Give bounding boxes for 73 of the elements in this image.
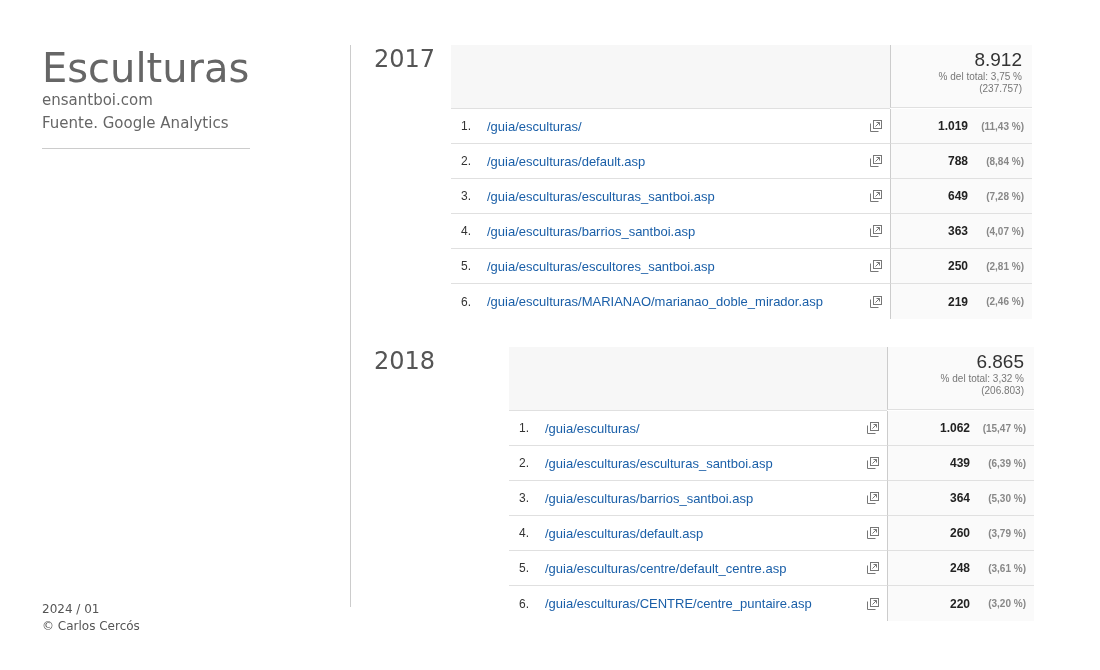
total-all: (237.757) xyxy=(978,83,1022,95)
page-link[interactable]: /guia/esculturas/esculturas_santboi.asp xyxy=(545,455,867,471)
views-value: 363 xyxy=(947,224,968,238)
source-text: Fuente. Google Analytics xyxy=(42,114,230,132)
views-value: 250 xyxy=(947,259,968,273)
views-value: 1.019 xyxy=(937,119,968,133)
external-link-icon[interactable] xyxy=(870,260,882,272)
rank-number: 6. xyxy=(519,596,530,611)
page-link[interactable]: /guia/esculturas/barrios_santboi.asp xyxy=(487,223,870,239)
external-link-icon[interactable] xyxy=(870,155,882,167)
views-value: 219 xyxy=(947,294,968,309)
views-share: (11,43 %) xyxy=(980,120,1024,132)
page-link[interactable]: /guia/esculturas/ xyxy=(487,118,870,134)
date-text: 2024 / 01 xyxy=(42,601,101,618)
views-share: (15,47 %) xyxy=(981,422,1026,434)
rank-number: 1. xyxy=(461,119,472,133)
views-share: (5,30 %) xyxy=(987,492,1026,504)
rank-number: 4. xyxy=(461,224,472,238)
page-link[interactable]: /guia/esculturas/escultores_santboi.asp xyxy=(487,258,870,274)
views-share: (6,39 %) xyxy=(987,457,1026,469)
external-link-icon[interactable] xyxy=(867,562,879,574)
views-share: (2,81 %) xyxy=(985,260,1024,272)
total-value: 8.912 xyxy=(973,49,1022,71)
page-link[interactable]: /guia/esculturas/MARIANAO/marianao_doble_mirador.asp xyxy=(487,294,870,309)
rank-number: 3. xyxy=(461,189,472,203)
rank-number: 5. xyxy=(461,259,472,273)
rank-number: 1. xyxy=(519,421,530,435)
views-value: 649 xyxy=(947,189,968,203)
views-share: (3,79 %) xyxy=(987,527,1026,539)
views-value: 220 xyxy=(949,596,970,611)
year-heading: 2018 xyxy=(374,347,437,377)
views-share: (4,07 %) xyxy=(985,225,1024,237)
rank-number: 6. xyxy=(461,294,472,309)
total-all: (206.803) xyxy=(980,385,1024,397)
page-link[interactable]: /guia/esculturas/barrios_santboi.asp xyxy=(545,490,867,506)
rank-number: 2. xyxy=(519,456,530,470)
copyright-text: © Carlos Cercós xyxy=(42,618,141,635)
page-link[interactable]: /guia/esculturas/default.asp xyxy=(545,525,867,541)
views-share: (8,84 %) xyxy=(985,155,1024,167)
views-value: 248 xyxy=(949,561,970,575)
rank-number: 4. xyxy=(519,526,530,540)
page-link[interactable]: /guia/esculturas/esculturas_santboi.asp xyxy=(487,188,870,204)
page-link[interactable]: /guia/esculturas/ xyxy=(545,420,867,436)
page-title: Esculturas xyxy=(42,45,251,91)
page-link[interactable]: /guia/esculturas/centre/default_centre.asp xyxy=(545,560,867,576)
total-share: % del total: 3,75 % xyxy=(937,71,1022,83)
external-link-icon[interactable] xyxy=(870,295,882,308)
site-name: ensantboi.com xyxy=(42,91,154,109)
external-link-icon[interactable] xyxy=(870,190,882,202)
total-value: 6.865 xyxy=(975,351,1024,373)
external-link-icon[interactable] xyxy=(870,120,882,132)
views-share: (3,61 %) xyxy=(987,562,1026,574)
external-link-icon[interactable] xyxy=(867,457,879,469)
views-share: (2,46 %) xyxy=(985,296,1024,307)
external-link-icon[interactable] xyxy=(867,492,879,504)
rank-number: 2. xyxy=(461,154,472,168)
views-value: 439 xyxy=(949,456,970,470)
views-share: (7,28 %) xyxy=(985,190,1024,202)
views-value: 364 xyxy=(949,491,970,505)
page-link[interactable]: /guia/esculturas/CENTRE/centre_puntaire.asp xyxy=(545,596,867,611)
views-value: 1.062 xyxy=(939,421,970,435)
rank-number: 5. xyxy=(519,561,530,575)
total-share: % del total: 3,32 % xyxy=(939,373,1024,385)
page-link[interactable]: /guia/esculturas/default.asp xyxy=(487,153,870,169)
external-link-icon[interactable] xyxy=(867,597,879,610)
external-link-icon[interactable] xyxy=(867,422,879,434)
rank-number: 3. xyxy=(519,491,530,505)
external-link-icon[interactable] xyxy=(867,527,879,539)
year-heading: 2017 xyxy=(374,45,437,75)
external-link-icon[interactable] xyxy=(870,225,882,237)
views-value: 260 xyxy=(949,526,970,540)
views-share: (3,20 %) xyxy=(987,598,1026,609)
views-value: 788 xyxy=(947,154,968,168)
